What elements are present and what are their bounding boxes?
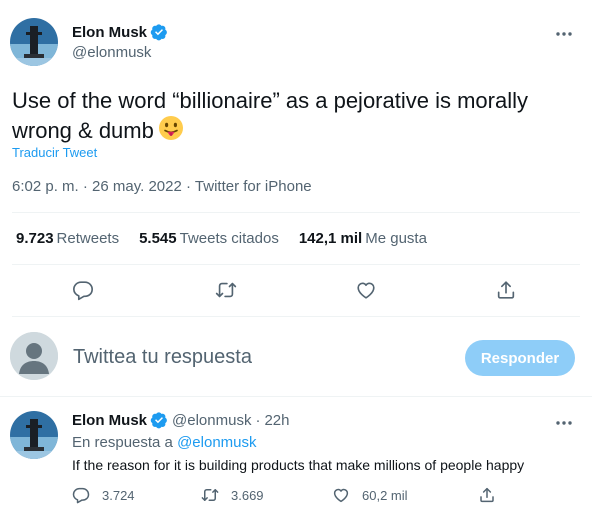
likes-label: Me gusta bbox=[365, 230, 427, 247]
retweet-icon[interactable] bbox=[201, 486, 219, 504]
tweet-actions bbox=[0, 278, 592, 302]
share-icon[interactable] bbox=[494, 278, 518, 302]
divider bbox=[12, 212, 580, 213]
reply-share-action[interactable] bbox=[478, 486, 496, 504]
face-with-tongue-emoji-icon bbox=[158, 115, 184, 148]
reply-time[interactable]: 22h bbox=[264, 412, 289, 429]
reply-like-action[interactable]: 60,2 mil bbox=[332, 486, 408, 504]
reply-button[interactable]: Responder bbox=[465, 340, 575, 376]
retweet-count: 3.669 bbox=[231, 487, 264, 503]
quotes-count: 5.545 bbox=[139, 230, 177, 247]
retweets-count: 9.723 bbox=[16, 230, 54, 247]
share-icon[interactable] bbox=[478, 486, 496, 504]
tweet-stats: 9.723 Retweets 5.545 Tweets citados 142,1 … bbox=[16, 230, 427, 247]
reply-reply-action[interactable]: 3.724 bbox=[72, 486, 135, 504]
verified-badge-icon bbox=[150, 23, 168, 41]
author-handle[interactable]: @elonmusk bbox=[72, 44, 151, 61]
retweet-icon[interactable] bbox=[214, 278, 238, 302]
meta-separator: · bbox=[82, 178, 88, 195]
like-icon[interactable] bbox=[354, 278, 378, 302]
author-name[interactable]: Elon Musk bbox=[72, 24, 147, 41]
reply-author-name[interactable]: Elon Musk bbox=[72, 412, 147, 429]
tweet-source[interactable]: Twitter for iPhone bbox=[195, 178, 312, 195]
reply-icon[interactable] bbox=[71, 278, 95, 302]
reply-header: Elon Musk @elonmusk · 22h bbox=[72, 411, 289, 429]
divider bbox=[12, 316, 580, 317]
tweet-body: Use of the word “billionaire” as a pejor… bbox=[12, 88, 528, 143]
tweet-metadata: 6:02 p. m. · 26 may. 2022 · Twitter for … bbox=[12, 178, 312, 195]
reply-input[interactable]: Twittea tu respuesta bbox=[73, 346, 252, 369]
reply-actions: 3.724 3.669 60,2 mil bbox=[0, 486, 592, 506]
in-reply-mention[interactable]: @elonmusk bbox=[177, 434, 256, 451]
reply-author-avatar[interactable] bbox=[10, 411, 58, 459]
likes-count: 142,1 mil bbox=[298, 230, 363, 247]
meta-separator: · bbox=[186, 178, 191, 195]
more-options-icon[interactable] bbox=[554, 24, 574, 44]
translate-tweet-link[interactable]: Traducir Tweet bbox=[12, 145, 97, 160]
reply-more-options-icon[interactable] bbox=[554, 413, 574, 433]
reply-count: 3.724 bbox=[102, 487, 135, 503]
in-reply-prefix: En respuesta a bbox=[72, 434, 173, 451]
in-reply-to: En respuesta a @elonmusk bbox=[72, 434, 257, 451]
likes-stat[interactable]: 142,1 mil Me gusta bbox=[299, 230, 427, 247]
quotes-label: Tweets citados bbox=[179, 230, 279, 247]
like-count: 60,2 mil bbox=[362, 487, 408, 503]
retweets-stat[interactable]: 9.723 Retweets bbox=[16, 230, 119, 247]
retweets-label: Retweets bbox=[56, 230, 120, 247]
tweet-time[interactable]: 6:02 p. m. bbox=[12, 178, 79, 195]
reply-icon[interactable] bbox=[72, 486, 90, 504]
like-icon[interactable] bbox=[332, 486, 350, 504]
verified-badge-icon bbox=[150, 411, 168, 429]
section-divider bbox=[0, 396, 592, 397]
current-user-avatar[interactable] bbox=[10, 332, 58, 380]
tweet-date[interactable]: 26 may. 2022 bbox=[92, 178, 182, 195]
tweet-text: Use of the word “billionaire” as a pejor… bbox=[12, 86, 572, 148]
reply-retweet-action[interactable]: 3.669 bbox=[201, 486, 264, 504]
reply-separator: · bbox=[255, 411, 261, 429]
reply-text: If the reason for it is building product… bbox=[72, 457, 525, 473]
author-avatar[interactable] bbox=[10, 18, 58, 66]
divider bbox=[12, 264, 580, 265]
reply-author-handle[interactable]: @elonmusk bbox=[172, 412, 251, 429]
quotes-stat[interactable]: 5.545 Tweets citados bbox=[139, 230, 279, 247]
